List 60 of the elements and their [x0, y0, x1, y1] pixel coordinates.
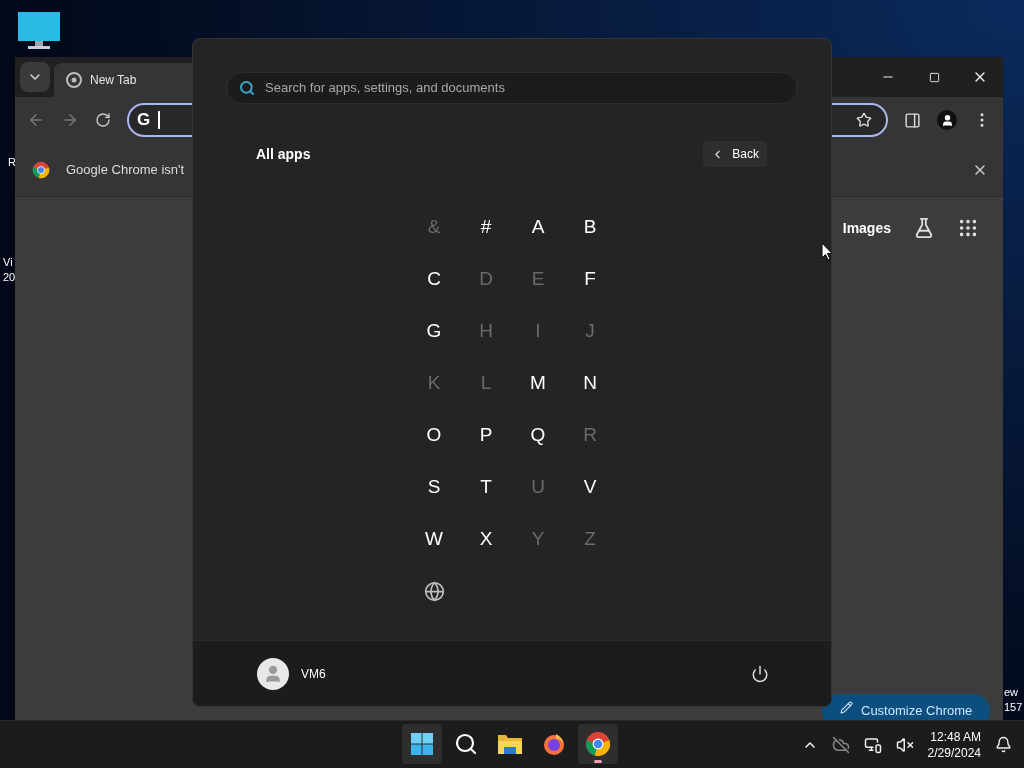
letter-index-button[interactable]: X	[460, 513, 512, 565]
infobar-message: Google Chrome isn't	[66, 160, 185, 179]
cloud-off-icon[interactable]	[831, 735, 850, 754]
flask-icon[interactable]	[913, 217, 935, 239]
profile-avatar-icon[interactable]	[937, 110, 957, 130]
back-button[interactable]: Back	[703, 141, 767, 167]
letter-index-button[interactable]: Q	[512, 409, 564, 461]
search-field[interactable]: Search for apps, settings, and documents	[226, 72, 798, 104]
desktop-label-text: 20	[3, 270, 16, 285]
taskbar-app-button[interactable]	[578, 724, 618, 764]
tab-search-button[interactable]	[20, 62, 50, 92]
letter-index-button[interactable]: V	[564, 461, 616, 513]
desktop-label-text: 157	[1004, 700, 1023, 715]
text-cursor	[158, 111, 161, 129]
taskbar-app-button[interactable]	[402, 724, 442, 764]
letter-index-button[interactable]: A	[512, 201, 564, 253]
side-panel-icon[interactable]	[904, 111, 921, 129]
letter-index-button[interactable]: P	[460, 409, 512, 461]
letter-index-button[interactable]: F	[564, 253, 616, 305]
reload-icon[interactable]	[95, 112, 111, 128]
user-name[interactable]: VM6	[301, 664, 326, 683]
folder-icon	[497, 732, 523, 756]
search-icon	[239, 80, 255, 96]
speaker-muted-icon[interactable]	[895, 735, 914, 754]
power-icon[interactable]	[751, 664, 769, 683]
clock[interactable]: 12:48 AM 2/29/2024	[927, 728, 981, 761]
globe-icon	[423, 580, 445, 602]
maximize-icon	[928, 71, 940, 83]
desktop-label-text: R	[8, 155, 16, 170]
letter-index-button[interactable]: G	[408, 305, 460, 357]
computer-icon[interactable]	[18, 12, 60, 50]
pencil-icon	[840, 701, 853, 714]
bookmark-star-icon[interactable]	[856, 112, 872, 128]
network-icon[interactable]	[863, 735, 882, 754]
mouse-pointer-icon	[821, 242, 833, 261]
forward-arrow-icon[interactable]	[61, 111, 79, 129]
all-apps-heading: All apps	[256, 144, 311, 164]
person-icon	[940, 113, 954, 127]
letter-index-button[interactable]: C	[408, 253, 460, 305]
notification-bell-icon[interactable]	[995, 736, 1012, 753]
user-avatar-icon[interactable]	[257, 657, 289, 690]
search-icon	[454, 732, 478, 756]
chrome-logo-icon	[585, 731, 611, 757]
letter-index-button[interactable]: B	[564, 201, 616, 253]
letter-index-button[interactable]: W	[408, 513, 460, 565]
desktop-label-text: Vi	[3, 255, 14, 270]
letter-index-button[interactable]: N	[564, 357, 616, 409]
letter-index-button[interactable]: #	[460, 201, 512, 253]
letter-index-button[interactable]: O	[408, 409, 460, 461]
desktop-label-text: ew	[1004, 685, 1020, 700]
apps-grid-icon[interactable]	[957, 217, 979, 239]
chrome-logo-icon	[32, 160, 50, 179]
letter-index-button[interactable]: S	[408, 461, 460, 513]
person-icon	[263, 663, 283, 684]
letter-index-button[interactable]: T	[460, 461, 512, 513]
windows-logo-icon	[410, 732, 434, 756]
running-indicator	[594, 760, 602, 763]
search-engine-logo: G	[137, 109, 151, 132]
images-link[interactable]: Images	[842, 217, 891, 239]
letter-index-button[interactable]: M	[512, 357, 564, 409]
